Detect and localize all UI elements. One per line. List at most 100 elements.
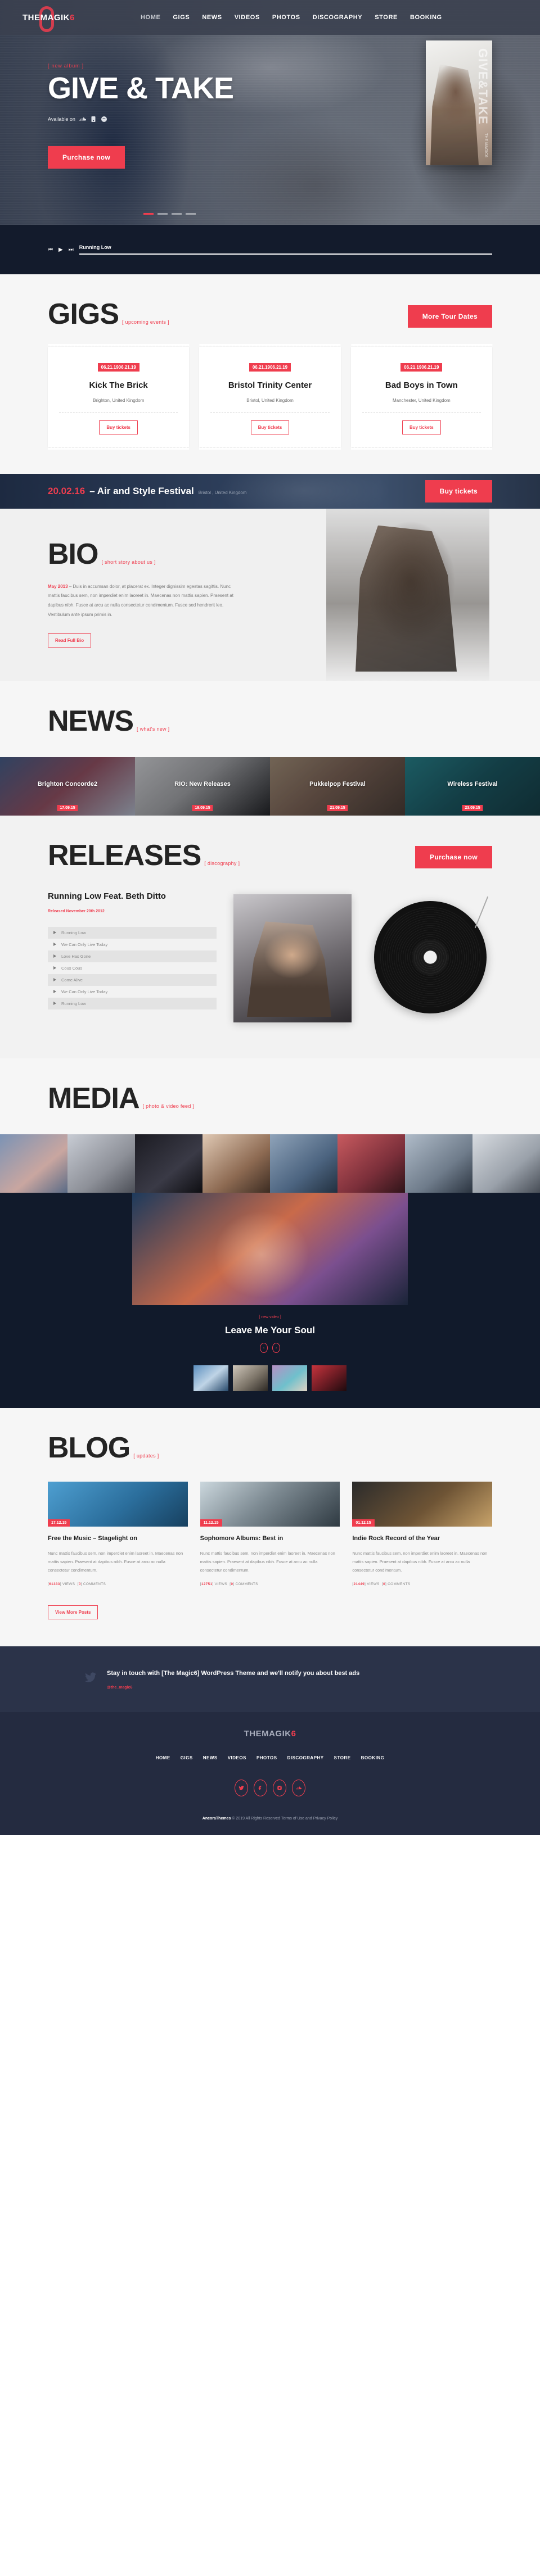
video-thumbnail[interactable] [194,1365,228,1392]
video-thumbnail[interactable] [312,1365,346,1392]
nav-item-news[interactable]: NEWS [202,14,222,21]
read-full-bio-button[interactable]: Read Full Bio [48,633,92,648]
social-link-instagram[interactable] [273,1779,286,1796]
release-cover-image[interactable] [233,894,352,1023]
news-title: NEWS [48,704,134,737]
news-card[interactable]: RIO: New Releases 19.09.15 [135,757,270,816]
media-tile[interactable] [472,1134,540,1193]
footer-nav-item-videos[interactable]: VIDEOS [228,1755,246,1760]
track-title: We Can Only Live Today [61,941,108,947]
more-tour-dates-button[interactable]: More Tour Dates [407,305,492,328]
gig-card[interactable]: 06.21.1906.21.19 Bristol Trinity Center … [199,346,341,450]
newsletter-message: Stay in touch with [The Magic6] WordPres… [107,1670,360,1677]
nav-item-booking[interactable]: BOOKING [410,14,442,21]
hero-slide-dot-2[interactable] [158,213,168,215]
track-row[interactable]: We Can Only Live Today [48,986,217,998]
news-card[interactable]: Brighton Concorde2 17.09.15 [0,757,135,816]
releases-section: RELEASES [ discography ] Purchase now Ru… [0,815,540,1059]
gig-card[interactable]: 06.21.1906.21.19 Bad Boys in Town Manche… [350,346,493,450]
footer-nav-item-news[interactable]: NEWS [203,1755,218,1760]
media-tile[interactable] [270,1134,338,1193]
spotify-icon[interactable] [101,116,107,123]
player-progress-bar[interactable] [79,253,492,255]
album-cover-artwork [430,64,479,165]
view-more-posts-button[interactable]: View More Posts [48,1605,98,1620]
footer-nav-item-discography[interactable]: DISCOGRAPHY [287,1755,324,1760]
footer-logo[interactable]: THEMAGIK6 [244,1721,296,1747]
track-row[interactable]: Cous Cous [48,962,217,974]
blog-post-views: 12751 [201,1582,213,1587]
video-thumbnail[interactable] [233,1365,268,1392]
festival-buy-tickets-button[interactable]: Buy tickets [425,479,492,502]
track-row[interactable]: Running Low [48,926,217,939]
footer-nav-item-booking[interactable]: BOOKING [361,1755,385,1760]
video-navigation: ‹ › [0,1343,540,1353]
play-icon [53,954,56,958]
gig-card[interactable]: 06.21.1906.21.19 Kick The Brick Brighton… [48,346,190,450]
releases-purchase-button[interactable]: Purchase now [415,846,492,869]
footer-nav-item-photos[interactable]: PHOTOS [256,1755,277,1760]
social-link-soundcloud[interactable] [292,1779,305,1796]
media-tile[interactable] [338,1134,405,1193]
soundcloud-icon [296,1786,302,1790]
hero-slide-dot-4[interactable] [186,213,196,215]
player-prev-button[interactable]: ⏮ [48,247,53,253]
blog-post-comments-label: COMMENTS [83,1582,106,1587]
blog-post-card[interactable]: 11.12.15 Sophomore Albums: Best in Nunc … [200,1481,340,1587]
media-tile[interactable] [405,1134,472,1193]
nav-item-videos[interactable]: VIDEOS [235,14,260,21]
video-next-arrow-icon[interactable]: › [272,1343,280,1353]
news-card[interactable]: Wireless Festival 23.09.15 [405,757,540,816]
news-card[interactable]: Pukkelpop Festival 21.09.15 [270,757,405,816]
newsletter-handle[interactable]: @the_magic6 [107,1686,359,1690]
blog-post-card[interactable]: 01.12.15 Indie Rock Record of the Year N… [352,1481,493,1586]
bio-title: BIO [48,537,98,571]
nav-item-store[interactable]: STORE [375,14,398,21]
media-tile[interactable] [202,1134,270,1193]
blog-post-card[interactable]: 17.12.15 Free the Music – Stagelight on … [48,1481,188,1587]
hero-slide-dot-1[interactable] [143,213,154,215]
site-logo[interactable]: THEMAGIK6 [22,6,84,32]
footer-nav-item-gigs[interactable]: GIGS [181,1755,193,1760]
track-row[interactable]: We Can Only Live Today [48,939,217,950]
video-prev-arrow-icon[interactable]: ‹ [260,1343,268,1353]
player-next-button[interactable]: ⏭ [69,247,74,253]
hero-purchase-button[interactable]: Purchase now [48,146,125,169]
buy-tickets-button[interactable]: Buy tickets [402,420,441,434]
release-album-title: Running Low Feat. Beth Ditto [48,891,166,902]
releases-tag: [ discography ] [204,860,240,866]
itunes-icon[interactable] [90,116,97,123]
social-link-facebook[interactable] [254,1779,267,1796]
turntable-arm-icon [474,897,489,929]
releases-title: RELEASES [48,839,201,872]
video-player[interactable] [132,1193,408,1306]
play-icon [53,966,56,970]
buy-tickets-button[interactable]: Buy tickets [250,420,290,434]
video-thumbnail[interactable] [272,1365,307,1392]
nav-item-photos[interactable]: PHOTOS [272,14,300,21]
facebook-icon [258,1786,262,1790]
player-play-button[interactable]: ▶ [58,247,63,253]
copyright-text: © 2019 All Rights Reserved Terms of Use … [231,1816,338,1821]
media-tile[interactable] [0,1134,68,1193]
track-row[interactable]: Running Low [48,997,217,1009]
festival-location: Bristol , United Kingdom [198,490,247,495]
nav-item-gigs[interactable]: GIGS [173,14,190,21]
footer-nav-item-home[interactable]: HOME [156,1755,170,1760]
blog-post-excerpt: Nunc mattis faucibus sem, non imperdiet … [352,1551,488,1573]
soundcloud-icon[interactable] [79,116,86,123]
player-controls: ⏮ ▶ ⏭ [48,247,74,253]
nav-item-discography[interactable]: DISCOGRAPHY [313,14,363,21]
track-row[interactable]: Come Alive [48,974,217,986]
footer-nav-item-store[interactable]: STORE [334,1755,351,1760]
media-tile[interactable] [68,1134,135,1193]
nav-item-home[interactable]: HOME [141,14,160,21]
track-row[interactable]: Love Has Gone [48,950,217,962]
media-tile[interactable] [135,1134,202,1193]
hero-album-cover[interactable]: GIVE&TAKE THE MAGIC6 [426,40,492,165]
album-cover-title: GIVE&TAKE [476,48,490,125]
footer-social-links [0,1779,540,1796]
social-link-twitter[interactable] [235,1779,248,1796]
hero-slide-dot-3[interactable] [172,213,182,215]
buy-tickets-button[interactable]: Buy tickets [99,420,138,434]
